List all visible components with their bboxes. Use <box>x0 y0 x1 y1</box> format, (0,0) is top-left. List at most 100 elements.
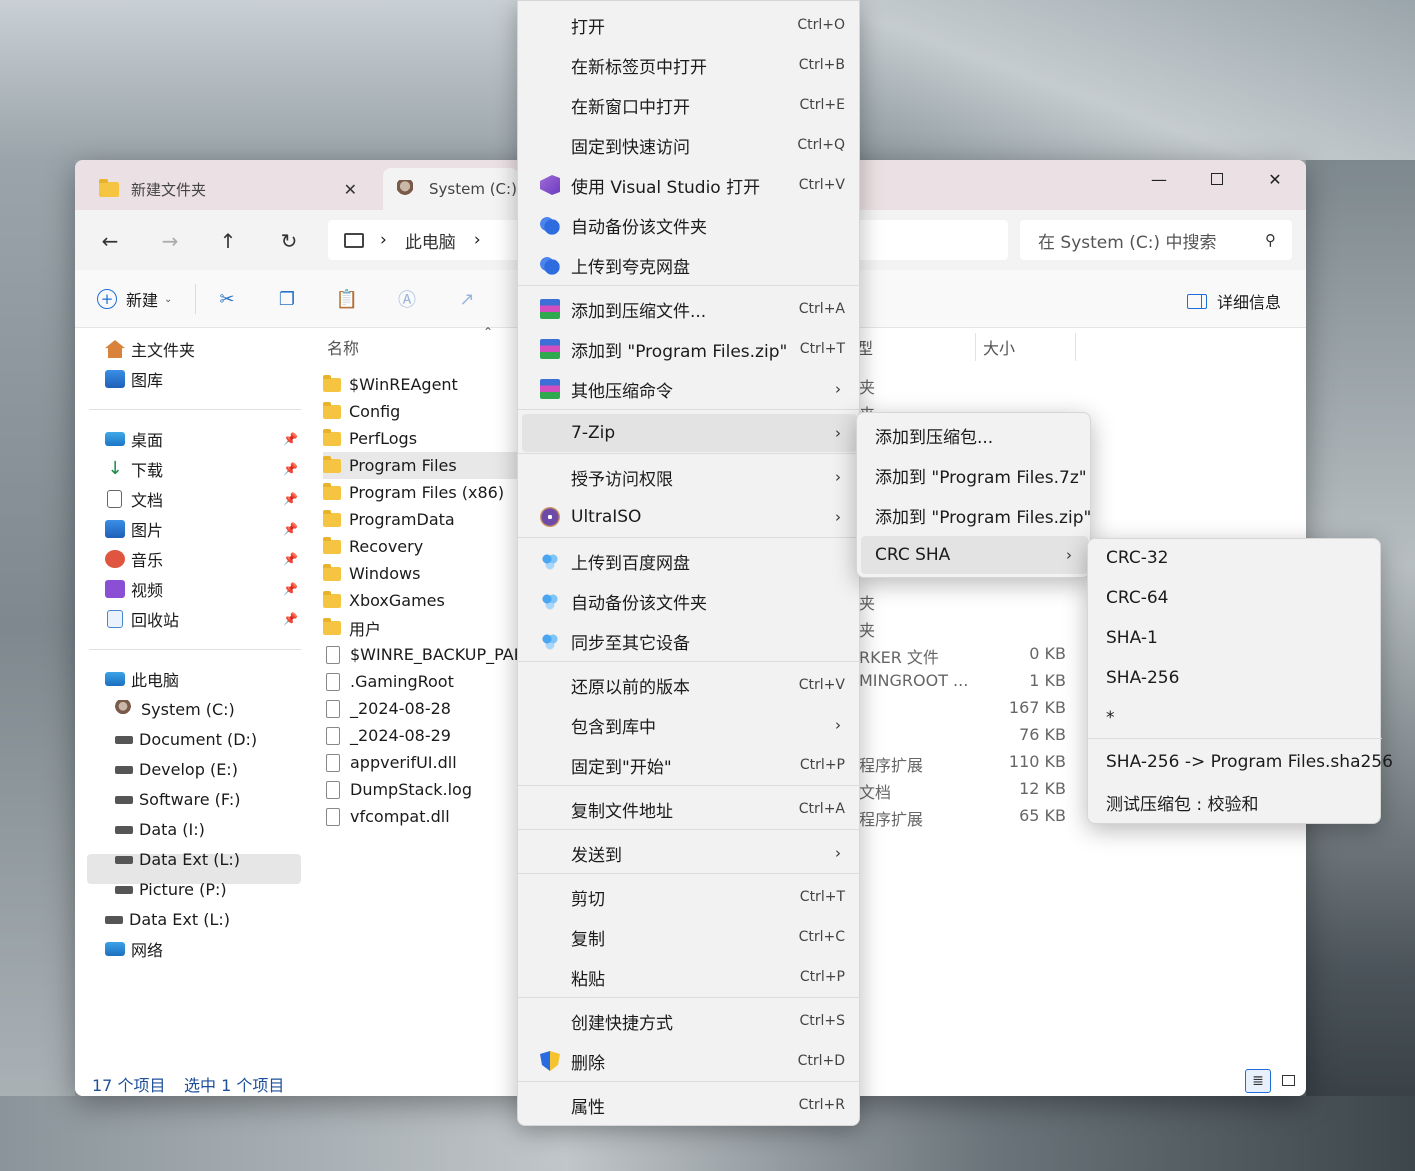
submenu-item[interactable]: 测试压缩包 : 校验和 <box>1092 783 1378 821</box>
table-row[interactable]: Recovery <box>323 533 519 560</box>
sidebar-item-drive-c[interactable]: System (C:) <box>115 694 235 724</box>
menu-item[interactable]: 属性 Ctrl+R <box>522 1086 857 1124</box>
submenu-item[interactable]: 添加到 "Program Files.zip" <box>861 496 1091 534</box>
menu-item[interactable]: UltraISO › <box>522 498 857 536</box>
new-button[interactable]: + 新建 ⌄ <box>97 287 172 311</box>
table-row[interactable]: XboxGames <box>323 587 519 614</box>
menu-item[interactable]: 发送到 › <box>522 834 857 872</box>
sidebar-item-gallery[interactable]: 图库 <box>105 364 163 394</box>
pin-icon[interactable]: 📌 <box>283 462 298 476</box>
rename-icon[interactable]: Ⓐ <box>395 287 419 311</box>
table-row[interactable]: .GamingRoot <box>323 668 519 695</box>
table-row[interactable]: vfcompat.dll <box>323 803 519 830</box>
pin-icon[interactable]: 📌 <box>283 522 298 536</box>
menu-item[interactable]: 自动备份该文件夹 <box>522 582 857 620</box>
search-input[interactable]: 在 System (C:) 中搜索 ⚲ <box>1020 220 1292 260</box>
column-separator[interactable] <box>975 333 976 361</box>
up-button[interactable]: ↑ <box>211 224 245 258</box>
menu-item[interactable]: 包含到库中 › <box>522 706 857 744</box>
sidebar-item-documents[interactable]: 文档 📌 <box>105 484 298 514</box>
submenu-item[interactable]: CRC SHA › <box>861 536 1088 574</box>
menu-item[interactable]: 使用 Visual Studio 打开 Ctrl+V <box>522 166 857 204</box>
pin-icon[interactable]: 📌 <box>283 432 298 446</box>
maximize-button[interactable] <box>1188 160 1246 198</box>
menu-item[interactable]: 复制文件地址 Ctrl+A <box>522 790 857 828</box>
table-row[interactable]: Program Files (x86) <box>323 479 519 506</box>
minimize-button[interactable]: — <box>1130 160 1188 198</box>
table-row[interactable]: $WINRE_BACKUP_PAR <box>323 641 519 668</box>
menu-item[interactable]: 添加到压缩文件... Ctrl+A <box>522 290 857 328</box>
sidebar-item-drive-p[interactable]: Picture (P:) <box>115 874 227 904</box>
sidebar-item-drive-f[interactable]: Software (F:) <box>115 784 240 814</box>
tiles-view-button[interactable] <box>1275 1069 1301 1093</box>
breadcrumb-this-pc[interactable]: 此电脑 <box>405 228 456 253</box>
menu-item[interactable]: 复制 Ctrl+C <box>522 918 857 956</box>
submenu-item[interactable]: 添加到压缩包... <box>861 416 1088 454</box>
table-row[interactable]: Windows <box>323 560 519 587</box>
back-button[interactable]: ← <box>93 224 127 258</box>
sidebar-item-home[interactable]: 主文件夹 <box>105 334 195 364</box>
pin-icon[interactable]: 📌 <box>283 582 298 596</box>
menu-item[interactable]: 其他压缩命令 › <box>522 370 857 408</box>
menu-item[interactable]: 剪切 Ctrl+T <box>522 878 857 916</box>
submenu-item[interactable]: CRC-32 <box>1092 539 1378 577</box>
close-window-button[interactable]: ✕ <box>1246 160 1304 198</box>
menu-item[interactable]: 删除 Ctrl+D <box>522 1042 857 1080</box>
share-icon[interactable]: ↗ <box>455 287 479 311</box>
paste-icon[interactable]: 📋 <box>335 287 359 311</box>
menu-item[interactable]: 上传到百度网盘 <box>522 542 857 580</box>
table-row[interactable]: Config <box>323 398 519 425</box>
table-row[interactable]: appverifUI.dll <box>323 749 519 776</box>
sidebar-item-drive-l[interactable]: Data Ext (L:) <box>115 844 240 874</box>
pin-icon[interactable]: 📌 <box>283 612 298 626</box>
column-header-size[interactable]: 大小 <box>983 335 1015 359</box>
menu-item[interactable]: 还原以前的版本 Ctrl+V <box>522 666 857 704</box>
menu-item[interactable]: 上传到夸克网盘 <box>522 246 857 284</box>
pin-icon[interactable]: 📌 <box>283 552 298 566</box>
menu-item[interactable]: 在新标签页中打开 Ctrl+B <box>522 46 857 84</box>
menu-item[interactable]: 添加到 "Program Files.zip" Ctrl+T <box>522 330 857 368</box>
sidebar-item-desktop[interactable]: 桌面 📌 <box>105 424 298 454</box>
submenu-item[interactable]: SHA-1 <box>1092 619 1378 657</box>
menu-item[interactable]: 同步至其它设备 <box>522 622 857 660</box>
refresh-button[interactable]: ↻ <box>272 224 306 258</box>
submenu-item[interactable]: CRC-64 <box>1092 579 1378 617</box>
menu-item[interactable]: 固定到"开始" Ctrl+P <box>522 746 857 784</box>
details-view-button[interactable]: ≣ <box>1245 1069 1271 1093</box>
table-row[interactable]: ProgramData <box>323 506 519 533</box>
forward-button[interactable]: → <box>153 224 187 258</box>
cut-icon[interactable]: ✂ <box>215 287 239 311</box>
menu-item[interactable]: 自动备份该文件夹 <box>522 206 857 244</box>
table-row[interactable]: PerfLogs <box>323 425 519 452</box>
submenu-item[interactable]: 添加到 "Program Files.7z" <box>861 456 1088 494</box>
table-row[interactable]: 用户 <box>323 614 519 641</box>
tab-new-folder[interactable]: 新建文件夹 ✕ <box>85 168 375 210</box>
sidebar-item-videos[interactable]: 视频 📌 <box>105 574 298 604</box>
tab-system-c[interactable]: System (C:) <box>383 168 518 210</box>
sidebar-item-music[interactable]: 音乐 📌 <box>105 544 298 574</box>
sidebar-item-data-ext[interactable]: Data Ext (L:) <box>105 904 230 934</box>
sidebar-item-network[interactable]: 网络 <box>105 934 163 964</box>
menu-item[interactable]: 粘贴 Ctrl+P <box>522 958 857 996</box>
column-separator[interactable] <box>1075 333 1076 361</box>
table-row[interactable]: DumpStack.log <box>323 776 519 803</box>
menu-item[interactable]: 授予访问权限 › <box>522 458 857 496</box>
submenu-item[interactable]: SHA-256 -> Program Files.sha256 <box>1092 743 1393 781</box>
sidebar-item-pictures[interactable]: 图片 📌 <box>105 514 298 544</box>
breadcrumb-chevron-icon[interactable]: › <box>474 230 481 250</box>
menu-item[interactable]: 在新窗口中打开 Ctrl+E <box>522 86 857 124</box>
submenu-item[interactable]: * <box>1092 699 1378 737</box>
sidebar-item-this-pc[interactable]: 此电脑 <box>105 664 179 694</box>
pin-icon[interactable]: 📌 <box>283 492 298 506</box>
copy-icon[interactable]: ❐ <box>275 287 299 311</box>
table-row[interactable]: $WinREAgent <box>323 371 519 398</box>
menu-item[interactable]: 7-Zip › <box>522 414 857 452</box>
menu-item[interactable]: 打开 Ctrl+O <box>522 6 857 44</box>
sidebar-item-drive-i[interactable]: Data (I:) <box>115 814 205 844</box>
sidebar-item-drive-d[interactable]: Document (D:) <box>115 724 257 754</box>
table-row[interactable]: _2024-08-28 <box>323 695 519 722</box>
details-pane-button[interactable]: 详细信息 <box>1187 289 1281 313</box>
table-row[interactable]: Program Files <box>323 452 519 479</box>
submenu-item[interactable]: SHA-256 <box>1092 659 1378 697</box>
sidebar-item-downloads[interactable]: ↓ 下载 📌 <box>105 454 298 484</box>
